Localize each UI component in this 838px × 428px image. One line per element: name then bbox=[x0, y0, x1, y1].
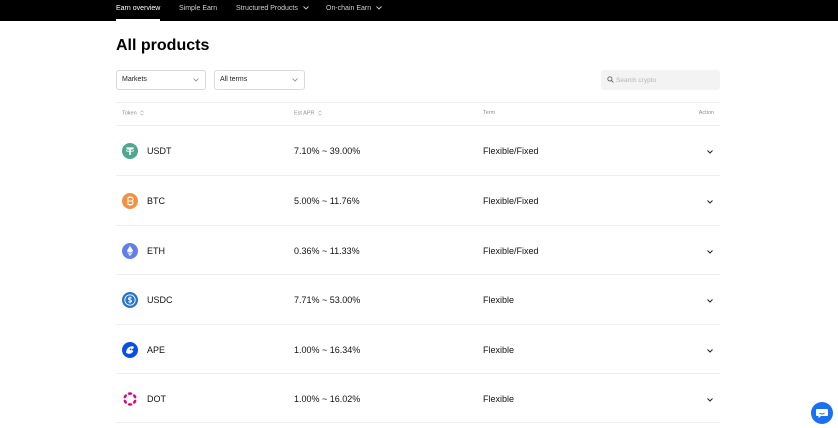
chat-icon bbox=[816, 409, 828, 419]
nav-simple-earn[interactable]: Simple Earn bbox=[179, 0, 217, 21]
markets-select[interactable]: Markets bbox=[116, 70, 206, 90]
page-title: All products bbox=[116, 37, 210, 54]
column-header-action-label: Action bbox=[698, 110, 714, 116]
apr-range: 7.10% ~ 39.00% bbox=[294, 146, 361, 156]
chevron-down-icon[interactable] bbox=[705, 248, 715, 256]
term-value: Flexible bbox=[483, 394, 515, 404]
nav-on-chain-earn[interactable]: On-chain Earn bbox=[326, 0, 382, 21]
search-box[interactable] bbox=[601, 70, 720, 90]
term-value: Flexible bbox=[483, 345, 515, 355]
nav-earn-overview[interactable]: Earn overview bbox=[116, 0, 161, 21]
token-name: USDT bbox=[147, 146, 172, 156]
chat-button[interactable] bbox=[811, 402, 833, 424]
chevron-down-icon bbox=[292, 78, 298, 82]
apr-range: 5.00% ~ 11.76% bbox=[294, 196, 360, 206]
top-nav: Earn overview Simple Earn Structured Pro… bbox=[0, 0, 838, 21]
terms-select-value: All terms bbox=[220, 76, 248, 83]
term-value: Flexible/Fixed bbox=[483, 196, 539, 206]
table-row[interactable]: BTC 5.00% ~ 11.76% Flexible/Fixed bbox=[116, 176, 720, 225]
apr-range: 1.00% ~ 16.02% bbox=[294, 394, 361, 404]
column-header-apr[interactable]: Est APR bbox=[294, 110, 322, 116]
term-value: Flexible bbox=[483, 295, 515, 305]
search-input[interactable] bbox=[616, 73, 716, 87]
nav-on-chain-earn-label: On-chain Earn bbox=[326, 5, 372, 12]
chevron-down-icon[interactable] bbox=[705, 396, 715, 404]
column-header-token-label: Token bbox=[122, 110, 137, 117]
sort-icon bbox=[318, 110, 322, 116]
chevron-down-icon[interactable] bbox=[705, 347, 715, 355]
column-header-term: Term bbox=[483, 110, 495, 116]
chevron-down-icon bbox=[303, 6, 309, 10]
token-name: DOT bbox=[147, 394, 166, 404]
btc-icon bbox=[122, 193, 138, 209]
column-header-action: Action bbox=[699, 110, 714, 116]
nav-simple-earn-label: Simple Earn bbox=[179, 5, 218, 12]
eth-icon bbox=[122, 243, 138, 259]
table-row[interactable]: DOT 1.00% ~ 16.02% Flexible bbox=[116, 374, 720, 423]
table-row[interactable]: APE 1.00% ~ 16.34% Flexible bbox=[116, 325, 720, 374]
usdc-icon bbox=[122, 292, 138, 308]
chevron-down-icon[interactable] bbox=[705, 297, 715, 305]
nav-earn-overview-label: Earn overview bbox=[116, 5, 161, 12]
column-header-token[interactable]: Token bbox=[122, 110, 144, 116]
column-header-term-label: Term bbox=[483, 110, 496, 116]
term-value: Flexible/Fixed bbox=[483, 146, 539, 156]
sort-icon bbox=[140, 110, 144, 116]
chevron-down-icon[interactable] bbox=[705, 148, 715, 156]
search-icon bbox=[607, 76, 614, 83]
markets-select-value: Markets bbox=[122, 76, 147, 83]
table-row[interactable]: USDT 7.10% ~ 39.00% Flexible/Fixed bbox=[116, 126, 720, 175]
chevron-down-icon bbox=[376, 6, 382, 10]
token-name: BTC bbox=[147, 196, 165, 206]
terms-select[interactable]: All terms bbox=[214, 70, 305, 90]
token-name: USDC bbox=[147, 295, 173, 305]
nav-structured-products[interactable]: Structured Products bbox=[236, 0, 309, 21]
row-divider bbox=[116, 422, 720, 423]
chevron-down-icon bbox=[193, 78, 199, 82]
table-row[interactable]: ETH 0.36% ~ 11.33% Flexible/Fixed bbox=[116, 226, 720, 275]
nav-structured-products-label: Structured Products bbox=[236, 5, 298, 12]
apr-range: 1.00% ~ 16.34% bbox=[294, 345, 361, 355]
dot-icon bbox=[123, 392, 137, 406]
token-name: APE bbox=[147, 345, 166, 355]
token-name: ETH bbox=[147, 246, 165, 256]
chevron-down-icon[interactable] bbox=[705, 198, 715, 206]
table-top-divider bbox=[116, 102, 720, 103]
term-value: Flexible/Fixed bbox=[483, 246, 539, 256]
column-header-apr-label: Est APR bbox=[294, 110, 315, 117]
table-row[interactable]: USDC 7.71% ~ 53.00% Flexible bbox=[116, 275, 720, 324]
usdt-icon bbox=[122, 143, 138, 159]
ape-icon bbox=[122, 342, 138, 358]
apr-range: 7.71% ~ 53.00% bbox=[294, 295, 361, 305]
apr-range: 0.36% ~ 11.33% bbox=[294, 246, 360, 256]
